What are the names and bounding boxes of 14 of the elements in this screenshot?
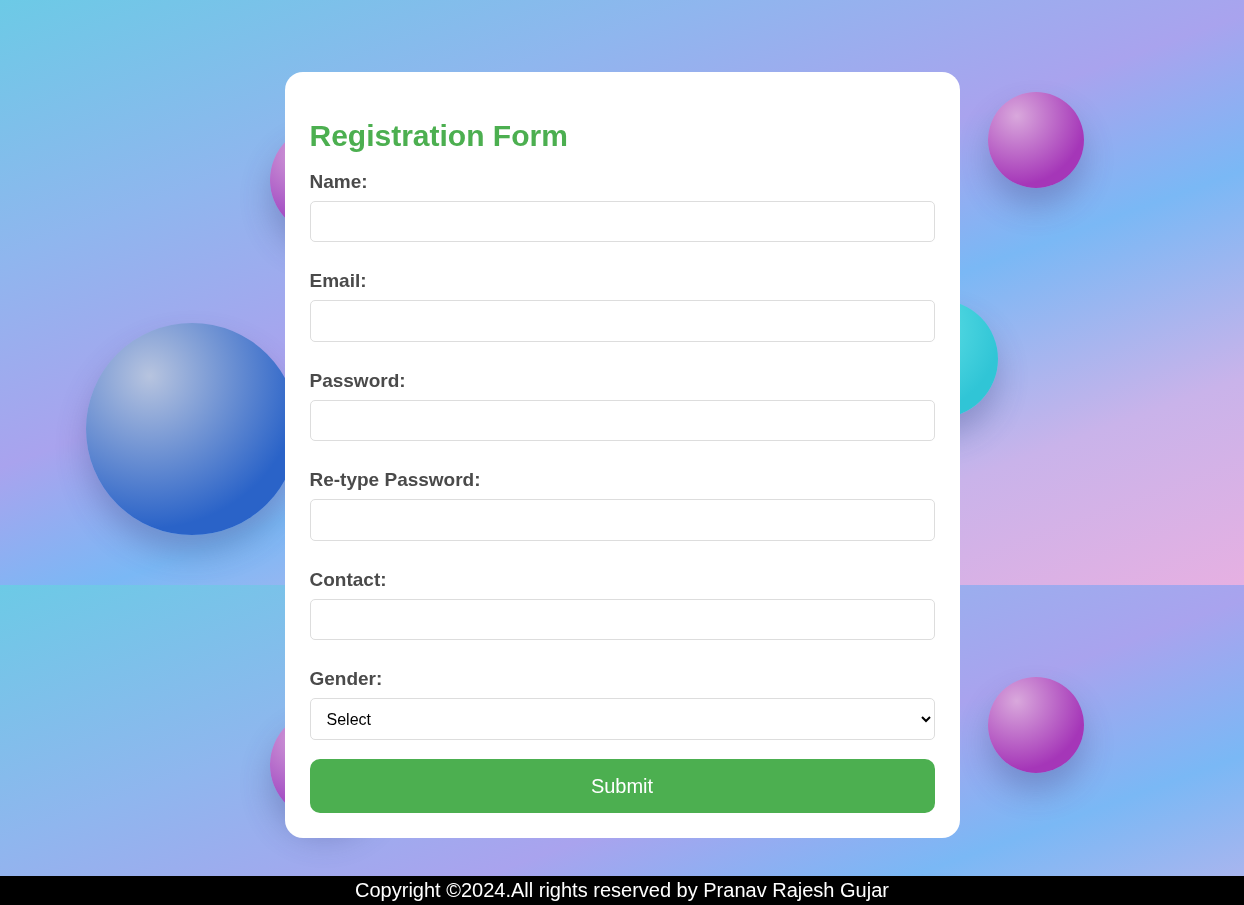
copyright-text: Copyright ©2024.All rights reserved by Pranav Rajesh Gujar: [355, 879, 889, 902]
field-label: Email:: [309, 270, 367, 293]
select-field[interactable]: Select: [309, 698, 935, 741]
field-label: Contact:: [309, 568, 387, 591]
form-title: Registration Form: [309, 119, 569, 153]
field-label: Re-type Password:: [309, 469, 481, 492]
text-field[interactable]: [309, 300, 935, 342]
field-label: Name:: [309, 171, 368, 193]
field-label: Gender:: [309, 668, 383, 691]
field-label: Password:: [309, 369, 406, 392]
text-field[interactable]: [309, 399, 935, 442]
text-field[interactable]: [309, 598, 935, 641]
text-field[interactable]: [309, 499, 935, 541]
text-field[interactable]: [309, 201, 935, 243]
